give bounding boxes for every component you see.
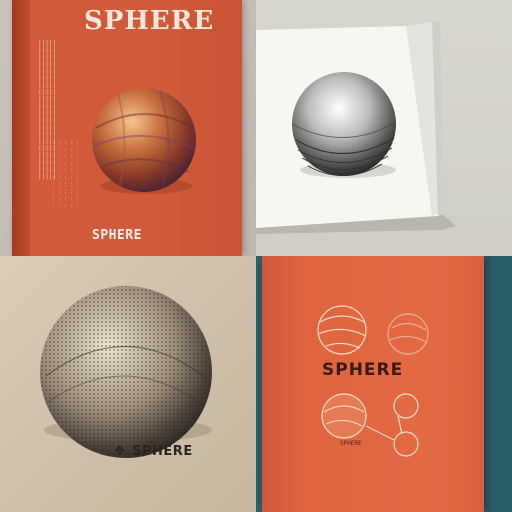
line-art-spheres [317,305,429,457]
panel-orange-book-cover: ||||| ||||| ||||| ||||| ||||| ||||| ||||| |||||… [0,0,256,256]
image-grid: ||||| ||||| ||||| ||||| ||||| ||||| ||||| |||||… [0,0,512,512]
halftone-sphere-illustration [40,286,212,458]
panel-halftone-sphere: ❖ SPHERE [0,256,256,512]
sphere-label: ❖ SPHERE [114,444,193,459]
label-text: SPHERE [132,444,193,459]
painted-sphere-illustration [92,88,197,194]
ornament-icon: ❖ [114,444,127,459]
panel-open-sketchbook [256,0,512,256]
panel-orange-cover-line-art: SPHERE SPHERE [256,256,512,512]
open-book-with-sketch [256,22,456,234]
